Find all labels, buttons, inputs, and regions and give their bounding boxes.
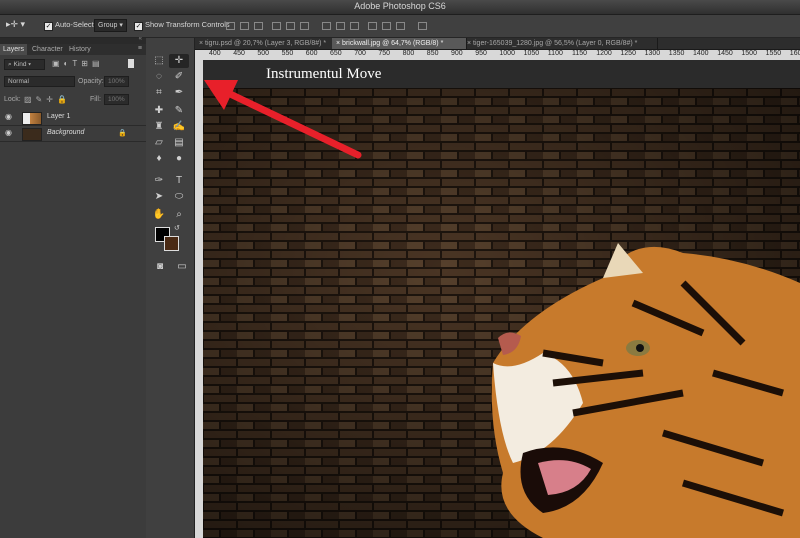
annotation-overlay (204, 80, 362, 159)
annotation-label: Instrumentul Move (266, 66, 382, 82)
red-arrow-shaft (222, 88, 362, 159)
